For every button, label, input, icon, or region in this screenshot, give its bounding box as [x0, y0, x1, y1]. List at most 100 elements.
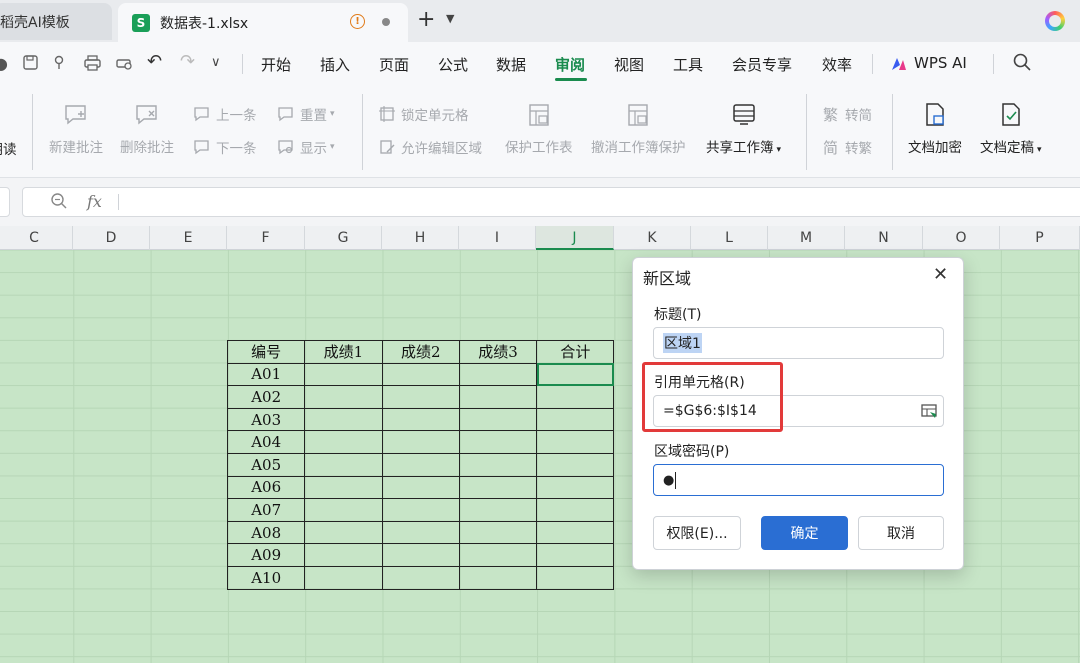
menu-tools[interactable]: 工具 — [673, 54, 703, 75]
menu-page[interactable]: 页面 — [379, 54, 409, 75]
cancel-button[interactable]: 取消 — [858, 516, 944, 550]
column-header-p[interactable]: P — [1000, 226, 1080, 250]
zoom-formula-icon[interactable] — [50, 192, 68, 214]
range-password-field[interactable]: ● — [653, 464, 944, 496]
score-cell[interactable] — [381, 362, 460, 387]
read-aloud-button[interactable]: 朗读 — [0, 104, 20, 158]
menu-wps-ai[interactable]: WPS AI — [914, 54, 967, 72]
score-cell[interactable] — [304, 475, 383, 500]
table-header-cell[interactable]: 合计 — [536, 340, 615, 364]
range-select-icon[interactable] — [920, 402, 938, 420]
menu-efficiency[interactable]: 效率 — [822, 54, 852, 75]
score-cell[interactable] — [381, 407, 460, 432]
unsaved-dot-icon[interactable] — [382, 18, 390, 26]
score-cell[interactable] — [381, 430, 460, 454]
score-cell[interactable] — [304, 520, 383, 545]
column-header-i[interactable]: I — [459, 226, 536, 250]
id-cell[interactable]: A10 — [226, 565, 306, 590]
score-cell[interactable] — [458, 407, 538, 432]
circle-icon[interactable]: ● — [0, 54, 8, 73]
protect-sheet-button[interactable]: 保护工作表 — [505, 102, 573, 156]
title-field[interactable]: 区域1 — [653, 327, 944, 359]
new-comment-button[interactable]: 新建批注 — [49, 102, 103, 156]
active-cell[interactable] — [536, 362, 615, 387]
column-header-m[interactable]: M — [768, 226, 845, 250]
score-cell[interactable] — [458, 520, 538, 545]
column-header-d[interactable]: D — [73, 226, 150, 250]
score-cell[interactable] — [304, 407, 383, 432]
total-cell[interactable] — [536, 498, 615, 522]
fx-icon[interactable]: fx — [87, 192, 102, 211]
score-cell[interactable] — [304, 430, 383, 454]
new-tab-button[interactable]: + — [417, 8, 435, 32]
total-cell[interactable] — [536, 475, 615, 500]
menu-home[interactable]: 开始 — [261, 54, 291, 75]
close-icon[interactable]: ✕ — [933, 264, 948, 285]
show-button[interactable]: 显示 ▾ — [277, 137, 335, 157]
share-workbook-button[interactable]: 共享工作簿 ▾ — [706, 102, 781, 156]
total-cell[interactable] — [536, 452, 615, 477]
app-assistant-icon[interactable] — [1045, 11, 1065, 31]
next-comment-button[interactable]: 下一条 — [193, 137, 257, 157]
column-header-k[interactable]: K — [614, 226, 691, 250]
score-cell[interactable] — [458, 430, 538, 454]
to-traditional-button[interactable]: 简 转繁 — [822, 137, 872, 157]
column-header-o[interactable]: O — [923, 226, 1000, 250]
unprotect-workbook-button[interactable]: 撤消工作簿保护 — [591, 102, 686, 156]
table-header-cell[interactable]: 成绩3 — [458, 340, 538, 364]
formula-input[interactable] — [22, 187, 1080, 217]
score-cell[interactable] — [304, 565, 383, 590]
score-cell[interactable] — [304, 385, 383, 409]
score-cell[interactable] — [458, 475, 538, 500]
score-cell[interactable] — [381, 452, 460, 477]
tab-spreadsheet[interactable]: S 数据表-1.xlsx ! — [118, 3, 408, 42]
allow-edit-range-button[interactable]: 允许编辑区域 — [378, 137, 482, 157]
column-header-l[interactable]: L — [691, 226, 768, 250]
tab-template[interactable]: 稻壳AI模板 — [0, 3, 112, 40]
score-cell[interactable] — [304, 362, 383, 387]
save-icon[interactable] — [22, 54, 39, 75]
ok-button[interactable]: 确定 — [761, 516, 848, 550]
id-cell[interactable]: A03 — [226, 407, 306, 432]
name-box[interactable] — [0, 187, 10, 217]
id-cell[interactable]: A09 — [226, 543, 306, 567]
menu-formula[interactable]: 公式 — [438, 54, 468, 75]
total-cell[interactable] — [536, 543, 615, 567]
reset-button[interactable]: 重置 ▾ — [277, 104, 335, 124]
menu-view[interactable]: 视图 — [614, 54, 644, 75]
table-header-cell[interactable]: 成绩1 — [304, 340, 383, 364]
document-finalize-button[interactable]: 文档定稿 ▾ — [980, 102, 1042, 156]
table-header-cell[interactable]: 编号 — [226, 340, 306, 364]
menu-review[interactable]: 审阅 — [555, 54, 585, 75]
score-cell[interactable] — [458, 498, 538, 522]
column-header-f[interactable]: F — [227, 226, 305, 250]
score-cell[interactable] — [458, 565, 538, 590]
column-header-h[interactable]: H — [382, 226, 459, 250]
column-header-j[interactable]: J — [536, 226, 614, 250]
score-cell[interactable] — [458, 385, 538, 409]
delete-comment-button[interactable]: 删除批注 — [120, 102, 174, 156]
total-cell[interactable] — [536, 520, 615, 545]
total-cell[interactable] — [536, 407, 615, 432]
document-encrypt-button[interactable]: 文档加密 — [908, 102, 962, 156]
undo-icon[interactable]: ↶ — [147, 51, 162, 72]
reference-cells-field[interactable]: =$G$6:$I$14 — [653, 395, 944, 427]
id-cell[interactable]: A04 — [226, 430, 306, 454]
search-icon[interactable] — [1012, 52, 1032, 76]
score-cell[interactable] — [304, 543, 383, 567]
redo-icon[interactable]: ↷ — [180, 51, 195, 72]
id-cell[interactable]: A06 — [226, 475, 306, 500]
total-cell[interactable] — [536, 385, 615, 409]
score-cell[interactable] — [381, 565, 460, 590]
score-cell[interactable] — [381, 475, 460, 500]
export-icon[interactable] — [52, 54, 69, 75]
score-cell[interactable] — [304, 452, 383, 477]
total-cell[interactable] — [536, 430, 615, 454]
id-cell[interactable]: A05 — [226, 452, 306, 477]
print-preview-icon[interactable] — [115, 54, 134, 75]
chevron-down-icon[interactable]: ▼ — [446, 12, 454, 25]
score-cell[interactable] — [304, 498, 383, 522]
id-cell[interactable]: A07 — [226, 498, 306, 522]
prev-comment-button[interactable]: 上一条 — [193, 104, 257, 124]
column-header-n[interactable]: N — [845, 226, 923, 250]
